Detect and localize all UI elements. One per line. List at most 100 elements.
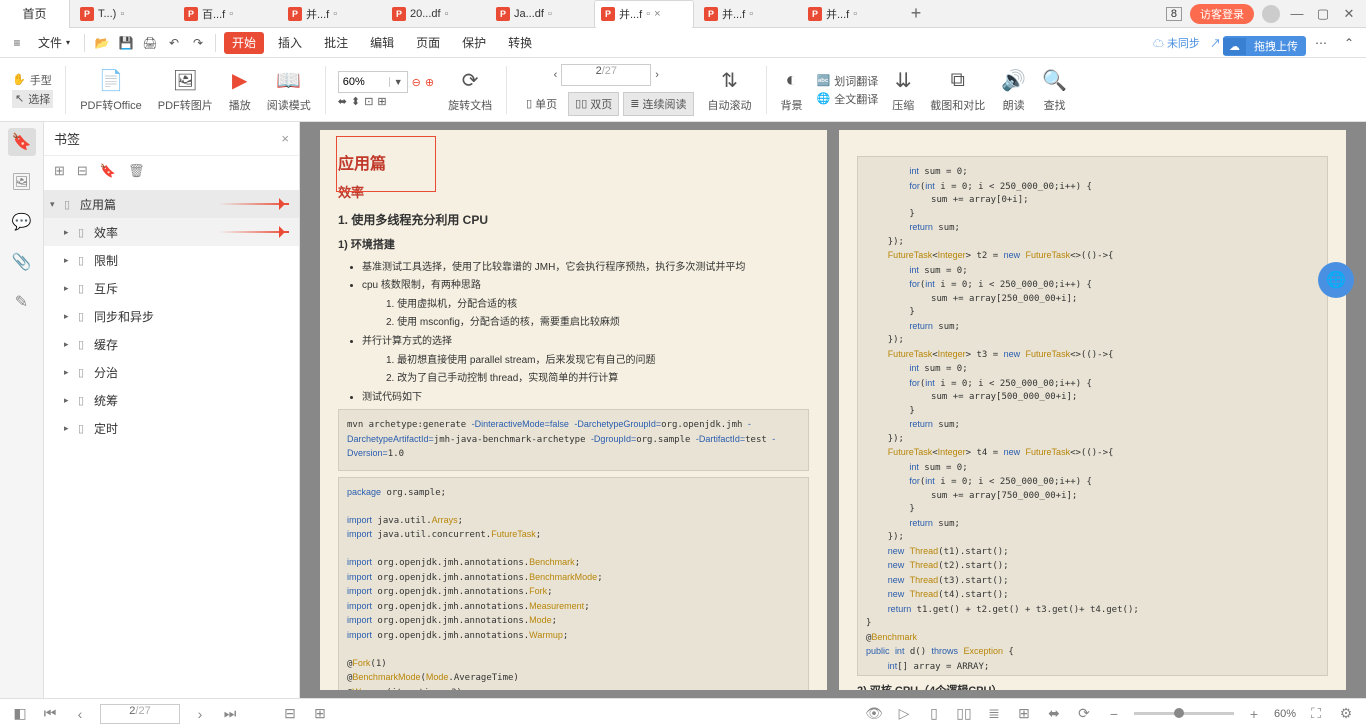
prev-page-icon[interactable]: ‹ [70,706,90,722]
add-bookmark-icon[interactable]: 🔖 [100,163,116,179]
tab-menu-icon[interactable]: ▫ [548,8,552,20]
play-button[interactable]: ▶播放 [223,67,257,113]
hamburger-icon[interactable]: ≡ [8,34,26,52]
read-mode-button[interactable]: 📖阅读模式 [261,67,317,113]
next-page-icon[interactable]: › [190,706,210,722]
comment-icon[interactable]: 💬 [8,208,36,236]
next-page-icon[interactable]: › [655,69,659,81]
fit-page-icon[interactable]: ⬍ [351,95,360,108]
thumbnail-icon[interactable]: 🖼 [8,168,36,196]
bookmark-item[interactable]: ▸▯同步和异步 [44,302,299,330]
view-single-icon[interactable]: ▯ [924,705,944,722]
panel-toggle-icon[interactable]: ◧ [10,705,30,722]
new-tab-button[interactable]: + [902,3,930,24]
chevron-right-icon[interactable]: ▸ [64,423,74,434]
zoom-percent[interactable]: 60% [1274,708,1296,720]
play-status-icon[interactable]: ▷ [894,705,914,722]
pdf-to-image-button[interactable]: 🖼PDF转图片 [152,67,219,113]
tab-3[interactable]: P20...df▫ [386,2,486,26]
zoom-out-status-icon[interactable]: − [1104,706,1124,722]
chevron-right-icon[interactable]: ▸ [64,311,74,322]
read-aloud-button[interactable]: 🔊朗读 [995,67,1032,113]
tab-menu-icon[interactable]: ▫ [120,8,124,20]
signature-icon[interactable]: ✎ [8,288,36,316]
settings-status-icon[interactable]: ⚙ [1336,705,1356,722]
fullscreen-icon[interactable]: ⛶ [1306,705,1326,722]
menu-start[interactable]: 开始 [224,32,264,54]
bookmark-icon[interactable]: 🔖 [8,128,36,156]
chevron-right-icon[interactable]: ▸ [64,367,74,378]
select-tool[interactable]: ↖选择 [12,90,53,108]
double-page-button[interactable]: ▯▯双页 [568,92,619,116]
document-viewport[interactable]: 应用篇 效率 1. 使用多线程充分利用 CPU 1) 环境搭建 基准测试工具选择… [300,122,1366,698]
close-panel-icon[interactable]: × [281,131,289,146]
bookmark-item[interactable]: ▸▯缓存 [44,330,299,358]
tab-6[interactable]: P并...f▫ [698,2,798,26]
continuous-button[interactable]: ≣连续阅读 [623,92,693,116]
hand-tool[interactable]: ✋手型 [12,72,52,88]
bookmark-item[interactable]: ▸▯分治 [44,358,299,386]
more-icon[interactable]: ⋯ [1312,34,1330,52]
chevron-down-icon[interactable]: ▼ [389,77,407,87]
zoom-slider[interactable] [1134,712,1234,715]
view-double-icon[interactable]: ▯▯ [954,705,974,722]
translate-float-icon[interactable]: 🌐 [1318,262,1354,298]
last-page-icon[interactable]: ⏭ [220,705,240,722]
view-continuous-icon[interactable]: ≣ [984,705,1004,722]
print-icon[interactable]: 🖨 [141,34,159,52]
chevron-right-icon[interactable]: ▸ [64,283,74,294]
tab-4[interactable]: PJa...df▫ [490,2,590,26]
bookmark-item[interactable]: ▸▯统筹 [44,386,299,414]
tab-1[interactable]: P百...f▫ [178,2,278,26]
unsync-label[interactable]: ☁ 未同步 [1153,35,1200,51]
tab-5[interactable]: P并...f▫× [594,0,694,28]
word-translate-button[interactable]: 🔤划词翻译 [817,73,879,89]
first-page-icon[interactable]: ⏮ [40,705,60,722]
zoom-out-icon[interactable]: ⊖ [412,76,421,89]
tab-2[interactable]: P并...f▫ [282,2,382,26]
pdf-to-office-button[interactable]: 📄PDF转Office [74,67,148,113]
zoom-in-status-icon[interactable]: + [1244,706,1264,722]
fit-visible-icon[interactable]: ⊞ [377,95,386,108]
tab-0[interactable]: PT...)▫ [74,2,174,26]
undo-icon[interactable]: ↶ [165,34,183,52]
autoscroll-button[interactable]: ⇅自动滚动 [702,67,758,113]
menu-annotate[interactable]: 批注 [316,28,356,58]
menu-page[interactable]: 页面 [408,28,448,58]
tab-menu-icon[interactable]: ▫ [749,8,753,20]
actual-size-icon[interactable]: ⊡ [364,95,373,108]
open-icon[interactable]: 📂 [93,34,111,52]
bookmark-item[interactable]: ▸▯定时 [44,414,299,442]
fit-icon[interactable]: ⬌ [1044,705,1064,722]
fit-width-icon[interactable]: ⬌ [338,95,347,108]
menu-edit[interactable]: 编辑 [362,28,402,58]
forward-icon[interactable]: ⊞ [310,705,330,722]
back-icon[interactable]: ⊟ [280,705,300,722]
tab-menu-icon[interactable]: ▫ [445,8,449,20]
chevron-right-icon[interactable]: ▸ [64,395,74,406]
save-icon[interactable]: 💾 [117,34,135,52]
delete-bookmark-icon[interactable]: 🗑 [128,163,145,179]
status-page-input[interactable]: 2/27 [100,704,180,724]
tab-menu-icon[interactable]: ▫ [229,8,233,20]
view-grid-icon[interactable]: ⊞ [1014,705,1034,722]
chevron-right-icon[interactable]: ▸ [64,227,74,238]
tab-menu-icon[interactable]: ▫ [333,8,337,20]
maximize-icon[interactable]: ▢ [1314,6,1332,22]
redo-icon[interactable]: ↷ [189,34,207,52]
zoom-in-icon[interactable]: ⊕ [425,76,434,89]
bookmark-item[interactable]: ▾▯应用篇 [44,190,299,218]
expand-all-icon[interactable]: ⊞ [54,163,65,179]
menu-protect[interactable]: 保护 [454,28,494,58]
full-translate-button[interactable]: 🌐全文翻译 [817,91,879,107]
zoom-input[interactable]: ▼ [338,71,408,93]
attachment-icon[interactable]: 📎 [8,248,36,276]
tab-7[interactable]: P并...f▫ [802,2,902,26]
chevron-down-icon[interactable]: ▾ [50,199,60,210]
tab-home[interactable]: 首页 [0,0,70,28]
file-menu[interactable]: 文件▾ [32,34,76,51]
avatar-icon[interactable] [1262,5,1280,23]
tab-menu-icon[interactable]: ▫ [646,8,650,20]
background-button[interactable]: ◐背景 [775,67,809,113]
eye-icon[interactable]: 👁 [864,705,884,722]
